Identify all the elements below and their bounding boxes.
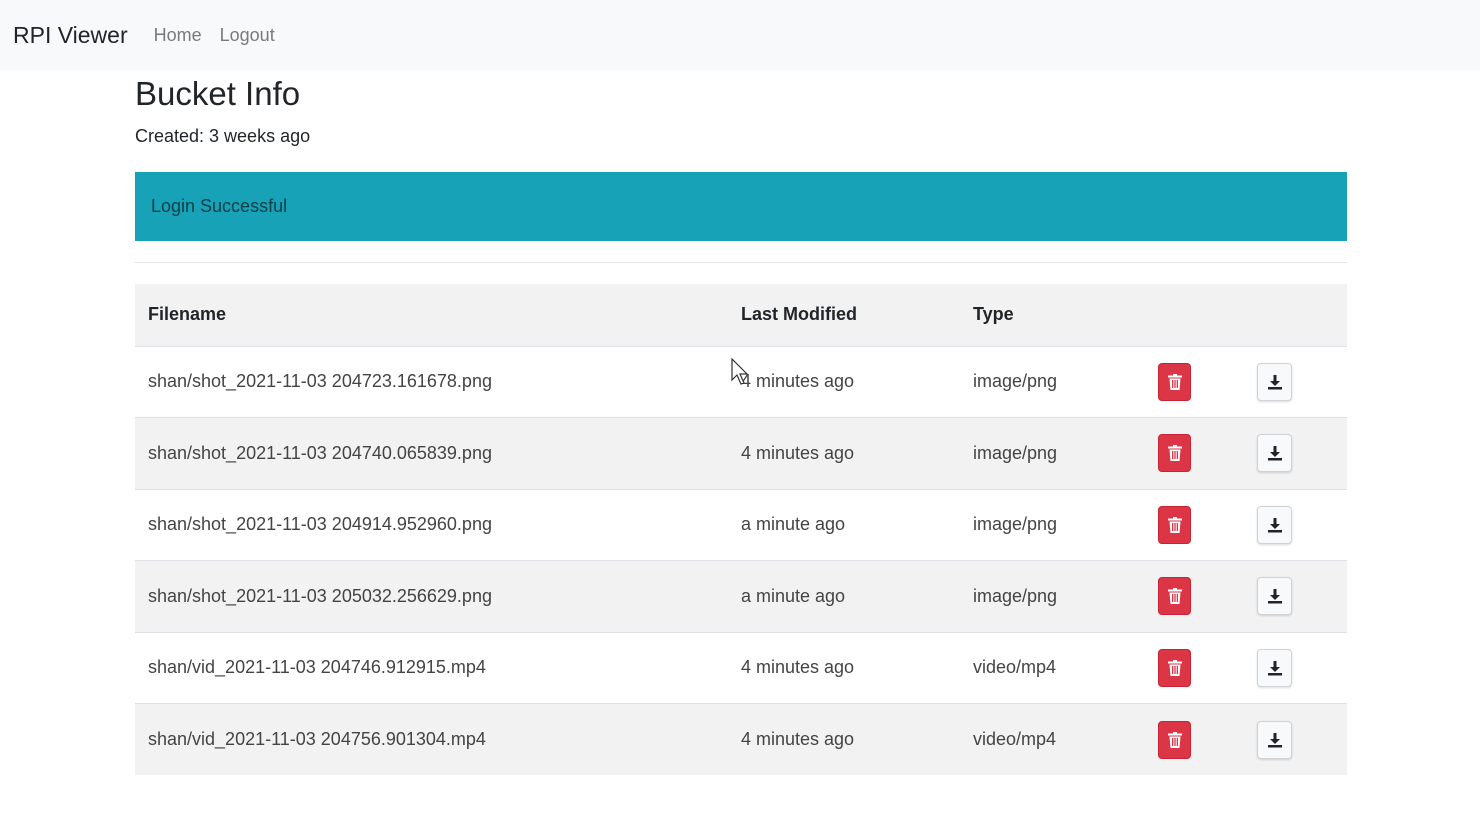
table-row: shan/shot_2021-11-03 204914.952960.png a… bbox=[135, 489, 1347, 561]
cell-delete bbox=[1145, 561, 1244, 633]
cell-type: image/png bbox=[973, 442, 1058, 463]
brand-logo[interactable]: RPI Viewer bbox=[13, 22, 128, 49]
cell-delete bbox=[1145, 418, 1244, 490]
cell-download bbox=[1244, 489, 1347, 561]
cell-delete bbox=[1145, 632, 1244, 704]
cell-last-modified: 4 minutes ago bbox=[741, 729, 855, 749]
nav-link-home[interactable]: Home bbox=[154, 25, 202, 46]
cell-download bbox=[1244, 346, 1347, 418]
cell-last-modified: 4 minutes ago bbox=[741, 657, 855, 678]
cell-download bbox=[1244, 561, 1347, 633]
download-icon bbox=[1267, 374, 1282, 390]
main-container: Bucket Info Created: 3 weeks ago Login S… bbox=[135, 70, 1347, 775]
cell-type: video/mp4 bbox=[973, 729, 1057, 749]
trash-icon bbox=[1167, 731, 1182, 748]
header-delete bbox=[1145, 284, 1244, 346]
download-button[interactable] bbox=[1257, 362, 1292, 401]
trash-icon bbox=[1167, 373, 1182, 390]
download-button[interactable] bbox=[1257, 720, 1292, 759]
header-filename: Filename bbox=[148, 304, 227, 325]
header-download bbox=[1244, 284, 1347, 346]
divider bbox=[135, 262, 1347, 263]
alert-message: Login Successful bbox=[151, 196, 288, 216]
delete-button[interactable] bbox=[1158, 362, 1191, 401]
table-row: shan/shot_2021-11-03 204740.065839.png 4… bbox=[135, 417, 1347, 490]
table-header-row: Filename Last Modified Type bbox=[135, 284, 1347, 346]
cell-filename: shan/shot_2021-11-03 204723.161678.png bbox=[148, 371, 492, 392]
cell-filename: shan/vid_2021-11-03 204756.901304.mp4 bbox=[148, 729, 486, 749]
delete-button[interactable] bbox=[1158, 720, 1191, 759]
cell-download bbox=[1244, 632, 1347, 704]
trash-icon bbox=[1167, 588, 1182, 605]
cell-filename: shan/shot_2021-11-03 204740.065839.png bbox=[148, 442, 492, 463]
cell-last-modified: a minute ago bbox=[741, 514, 846, 535]
cell-type: image/png bbox=[973, 585, 1058, 606]
table-row: shan/vid_2021-11-03 204756.901304.mp4 4 … bbox=[135, 703, 1347, 776]
download-icon bbox=[1267, 732, 1282, 747]
download-button[interactable] bbox=[1257, 434, 1292, 473]
delete-button[interactable] bbox=[1158, 648, 1191, 687]
download-button[interactable] bbox=[1257, 577, 1292, 616]
alert-info: Login Successful bbox=[135, 172, 1347, 241]
delete-button[interactable] bbox=[1158, 434, 1191, 473]
navbar: RPI Viewer Home Logout bbox=[0, 0, 1480, 70]
download-button[interactable] bbox=[1257, 505, 1292, 544]
cell-delete bbox=[1145, 489, 1244, 561]
cell-download bbox=[1244, 704, 1347, 776]
cell-last-modified: 4 minutes ago bbox=[741, 442, 855, 463]
cell-delete bbox=[1145, 704, 1244, 776]
table-body: shan/shot_2021-11-03 204723.161678.png 4… bbox=[135, 346, 1347, 775]
trash-icon bbox=[1167, 659, 1182, 676]
nav-link-logout[interactable]: Logout bbox=[220, 25, 275, 46]
cell-download bbox=[1244, 418, 1347, 490]
page-title: Bucket Info bbox=[135, 75, 301, 112]
cell-type: image/png bbox=[973, 514, 1058, 535]
cell-filename: shan/shot_2021-11-03 204914.952960.png bbox=[148, 514, 492, 535]
download-icon bbox=[1267, 517, 1282, 533]
cell-filename: shan/shot_2021-11-03 205032.256629.png bbox=[148, 585, 492, 606]
download-button[interactable] bbox=[1257, 648, 1292, 687]
header-last-modified: Last Modified bbox=[741, 304, 857, 325]
download-icon bbox=[1267, 660, 1282, 676]
mouse-cursor-icon bbox=[731, 358, 749, 385]
delete-button[interactable] bbox=[1158, 505, 1191, 544]
cell-delete bbox=[1145, 346, 1244, 418]
table-row: shan/vid_2021-11-03 204746.912915.mp4 4 … bbox=[135, 632, 1347, 704]
cell-filename: shan/vid_2021-11-03 204746.912915.mp4 bbox=[148, 657, 486, 678]
delete-button[interactable] bbox=[1158, 577, 1191, 616]
trash-icon bbox=[1167, 445, 1182, 462]
trash-icon bbox=[1167, 516, 1182, 533]
table-row: shan/shot_2021-11-03 205032.256629.png a… bbox=[135, 560, 1347, 633]
header-type: Type bbox=[973, 304, 1014, 325]
cell-type: image/png bbox=[973, 371, 1058, 392]
download-icon bbox=[1267, 589, 1282, 604]
cell-last-modified: a minute ago bbox=[741, 585, 846, 606]
created-text: Created: 3 weeks ago bbox=[135, 126, 311, 146]
cell-last-modified: 4 minutes ago bbox=[741, 371, 855, 392]
download-icon bbox=[1267, 446, 1282, 461]
cell-type: video/mp4 bbox=[973, 657, 1057, 678]
